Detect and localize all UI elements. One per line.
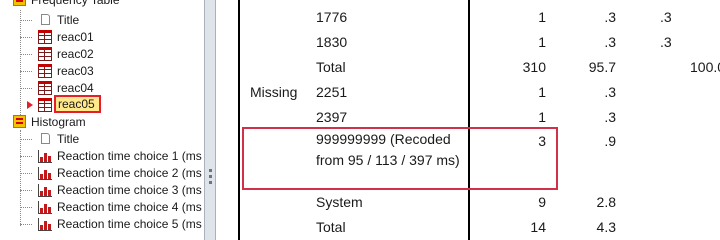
tree-item-reac04[interactable]: reac04 — [0, 80, 200, 96]
output-viewer: 1776 1 .3 .3 1830 1 .3 .3 Total 310 95.7… — [216, 0, 720, 240]
tree-item-label: Frequency Table — [31, 0, 120, 7]
tree-item-histogram-2[interactable]: Reaction time choice 2 (ms — [0, 165, 204, 181]
tree-item-histogram-4[interactable]: Reaction time choice 4 (ms — [0, 199, 204, 215]
table-cell-group: Missing — [250, 84, 298, 100]
table-cell-percent: 2.8 — [596, 194, 616, 210]
table-cell-frequency: 3 — [538, 133, 546, 149]
table-cell-frequency: 1 — [538, 9, 546, 25]
table-cell-frequency: 1 — [538, 84, 546, 100]
table-cell-value: 1776 — [316, 9, 348, 25]
selection-arrow-icon — [27, 101, 33, 109]
histogram-icon — [38, 184, 52, 197]
tree-item-label: Title — [57, 13, 80, 27]
table-cell-value: 2397 — [316, 109, 348, 125]
histogram-icon — [38, 150, 52, 163]
table-cell-value: 999999999 (Recoded from 95 / 113 / 397 m… — [316, 131, 460, 168]
tree-item-histogram-5[interactable]: Reaction time choice 5 (ms — [0, 216, 204, 232]
table-cell-value: System — [316, 194, 363, 210]
table-icon — [38, 64, 52, 78]
tree-item-label: Reaction time choice 4 (ms — [57, 200, 202, 214]
splitter-grip-icon — [209, 175, 212, 178]
title-icon — [41, 14, 50, 25]
tree-item-label: reac03 — [57, 64, 94, 78]
table-cell-percent: .3 — [604, 109, 616, 125]
tree-item-title[interactable]: Title — [0, 12, 200, 28]
table-cell-percent: 95.7 — [588, 59, 616, 75]
tree-item-histogram-1[interactable]: Reaction time choice 1 (ms — [0, 148, 204, 164]
table-cell-percent: .3 — [604, 34, 616, 50]
tree-item-reac05[interactable]: reac05 — [0, 95, 200, 113]
tree-item-histogram[interactable]: Histogram — [0, 114, 200, 130]
tree-item-reac03[interactable]: reac03 — [0, 63, 200, 79]
tree-item-label: reac01 — [57, 30, 94, 44]
table-cell-percent: .9 — [604, 133, 616, 149]
tree-item-frequency-table[interactable]: Frequency Table — [0, 0, 200, 8]
table-cell-frequency: 310 — [522, 59, 546, 75]
table-cell-percent: .3 — [604, 84, 616, 100]
tree-item-label: Reaction time choice 1 (ms — [57, 149, 202, 163]
folder-icon — [13, 115, 26, 128]
table-icon — [38, 30, 52, 44]
folder-icon — [13, 0, 26, 6]
table-cell-value: 2251 — [316, 84, 348, 100]
tree-item-label: Histogram — [31, 115, 86, 129]
splitter-grip-icon — [209, 181, 212, 184]
table-cell-frequency: 1 — [538, 34, 546, 50]
table-cell-valid-percent: 100.0 — [690, 59, 720, 75]
histogram-icon — [38, 201, 52, 214]
tree-item-label: Title — [57, 132, 80, 146]
table-icon — [38, 98, 52, 112]
table-cell-percent: .3 — [604, 9, 616, 25]
tree-item-reac01[interactable]: reac01 — [0, 29, 200, 45]
table-icon — [38, 47, 52, 61]
outline-pane: Frequency Table Title reac01 reac02 reac… — [0, 0, 204, 240]
title-icon — [41, 133, 50, 144]
table-icon — [38, 81, 52, 95]
table-left-border — [238, 0, 240, 240]
tree-item-label: Reaction time choice 5 (ms — [57, 217, 202, 231]
table-cell-value: Total — [316, 219, 346, 235]
splitter-grip-icon — [209, 169, 212, 172]
table-cell-value: Total — [316, 59, 346, 75]
tree-item-label: reac05 — [58, 97, 95, 111]
tree-item-histogram-title[interactable]: Title — [0, 131, 200, 147]
histogram-icon — [38, 218, 52, 231]
table-column-divider — [468, 0, 470, 240]
table-cell-valid-percent: .3 — [660, 9, 672, 25]
table-cell-percent: 4.3 — [596, 219, 616, 235]
pane-splitter[interactable] — [204, 0, 216, 240]
tree-item-histogram-3[interactable]: Reaction time choice 3 (ms — [0, 182, 204, 198]
table-cell-frequency: 14 — [530, 219, 546, 235]
table-cell-frequency: 1 — [538, 109, 546, 125]
tree-item-label: reac02 — [57, 47, 94, 61]
table-cell-frequency: 9 — [538, 194, 546, 210]
tree-item-label: Reaction time choice 2 (ms — [57, 166, 202, 180]
table-cell-valid-percent: .3 — [660, 34, 672, 50]
table-cell-value: 1830 — [316, 34, 348, 50]
histogram-icon — [38, 167, 52, 180]
tree-item-reac02[interactable]: reac02 — [0, 46, 200, 62]
tree-item-label: Reaction time choice 3 (ms — [57, 183, 202, 197]
tree-item-label: reac04 — [57, 81, 94, 95]
